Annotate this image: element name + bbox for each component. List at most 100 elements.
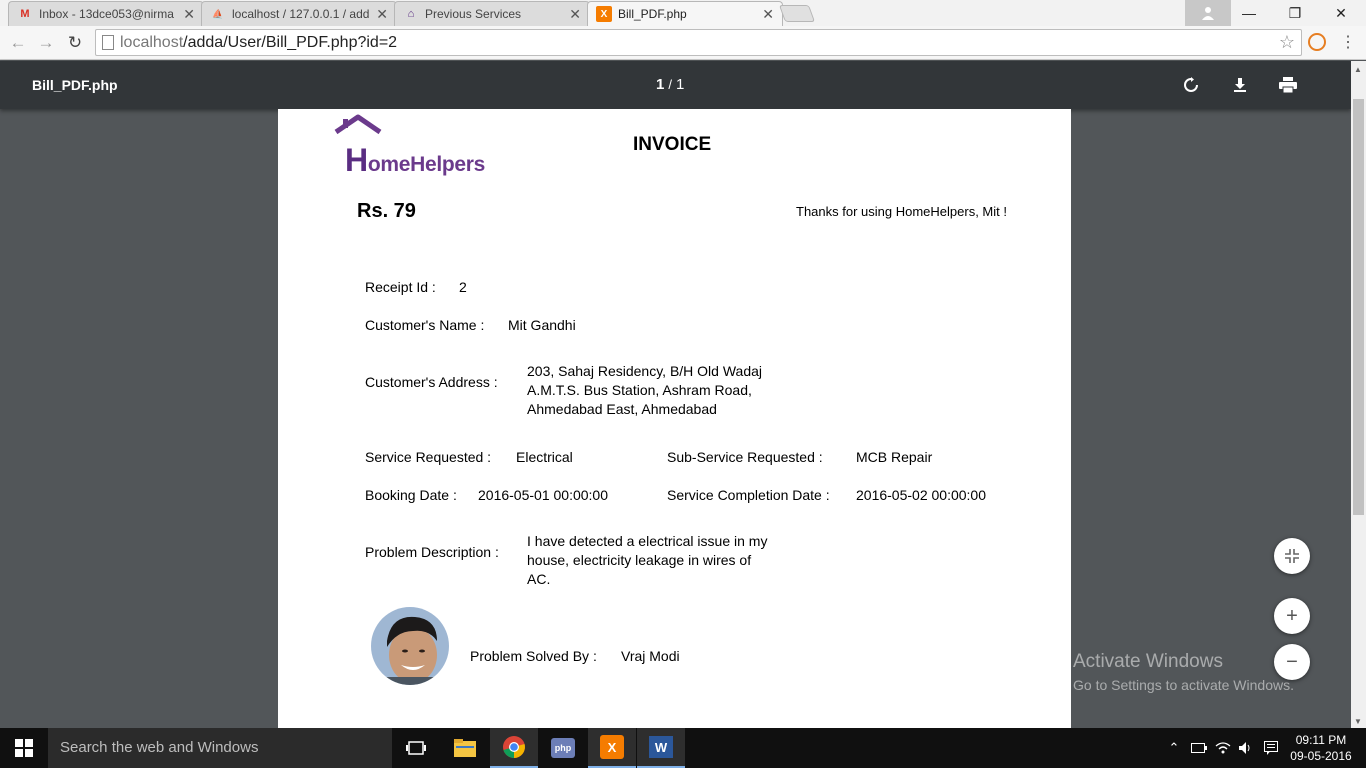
vertical-scrollbar[interactable]: ▲ ▼ [1351, 61, 1366, 728]
file-explorer-button[interactable] [441, 728, 489, 768]
php-icon: php [551, 738, 575, 758]
battery-icon[interactable] [1188, 728, 1210, 768]
windows-logo-icon [15, 739, 33, 757]
completion-date-value: 2016-05-02 00:00:00 [856, 487, 986, 503]
system-clock[interactable]: 09:11 PM 09-05-2016 [1290, 732, 1352, 764]
invoice-amount: Rs. 79 [357, 200, 416, 222]
reload-button[interactable]: ↻ [63, 31, 87, 55]
sub-service-value: MCB Repair [856, 449, 933, 465]
address-line: A.M.T.S. Bus Station, Ashram Road, [527, 382, 752, 398]
scroll-down-icon[interactable]: ▼ [1354, 717, 1362, 726]
extension-icon[interactable] [1308, 33, 1326, 51]
customer-name-value: Mit Gandhi [508, 317, 576, 333]
completion-date-label: Service Completion Date : [667, 487, 830, 503]
tab-title: Previous Services [425, 7, 522, 21]
task-view-icon [406, 741, 426, 755]
close-window-button[interactable]: ✕ [1318, 0, 1364, 26]
minimize-button[interactable]: — [1226, 0, 1272, 26]
download-icon [1234, 78, 1246, 92]
customer-name-label: Customer's Name : [365, 317, 485, 333]
taskbar-search-box[interactable]: Search the web and Windows [48, 728, 392, 768]
volume-icon[interactable] [1236, 728, 1256, 768]
zoom-in-button[interactable]: + [1274, 598, 1310, 634]
tab-title: Bill_PDF.php [618, 7, 687, 21]
close-icon[interactable]: ✕ [569, 6, 581, 23]
rotate-icon [1184, 77, 1198, 92]
tab-previous-services[interactable]: ⌂ Previous Services ✕ [394, 1, 590, 26]
rotate-button[interactable] [1180, 74, 1202, 96]
bookmark-star-icon[interactable]: ☆ [1279, 30, 1295, 55]
menu-icon[interactable]: ⋮ [1340, 32, 1356, 52]
fit-icon [1285, 549, 1299, 563]
download-button[interactable] [1229, 74, 1251, 96]
user-profile-button[interactable] [1185, 0, 1231, 26]
close-icon[interactable]: ✕ [762, 6, 774, 23]
php-editor-button[interactable]: php [539, 728, 587, 768]
technician-avatar [371, 607, 449, 685]
tab-phpmyadmin[interactable]: ⛵ localhost / 127.0.0.1 / add ✕ [201, 1, 397, 26]
new-tab-button[interactable] [778, 5, 816, 22]
current-page-input[interactable]: 1 [656, 76, 664, 93]
user-icon [1202, 7, 1214, 20]
solved-by-label: Problem Solved By : [470, 648, 597, 664]
solved-by-value: Vraj Modi [621, 648, 680, 664]
print-button[interactable] [1277, 74, 1299, 96]
page-icon [102, 35, 114, 50]
close-icon[interactable]: ✕ [376, 6, 388, 23]
print-icon [1279, 77, 1297, 93]
watermark-title: Activate Windows [1073, 651, 1223, 672]
plus-icon: + [1286, 604, 1298, 627]
phpmyadmin-icon: ⛵ [212, 8, 224, 19]
customer-address-label: Customer's Address : [365, 374, 498, 390]
taskbar: Search the web and Windows php X W ⌃ 09:… [0, 728, 1366, 768]
word-taskbar-button[interactable]: W [637, 728, 685, 768]
word-icon: W [649, 736, 673, 758]
clock-date: 09-05-2016 [1290, 749, 1352, 763]
pdf-toolbar: Bill_PDF.php 1/1 [0, 61, 1351, 109]
gmail-icon: M [20, 8, 30, 20]
customer-address-value: 203, Sahaj Residency, B/H Old Wadaj A.M.… [527, 362, 762, 419]
activate-windows-watermark: Activate Windows Go to Settings to activ… [1073, 651, 1294, 693]
address-bar[interactable]: localhost/adda/User/Bill_PDF.php?id=2 ☆ [95, 29, 1302, 56]
address-toolbar: ← → ↻ localhost/adda/User/Bill_PDF.php?i… [0, 26, 1366, 60]
problem-description-label: Problem Description : [365, 544, 499, 560]
url-host: localhost [120, 34, 184, 51]
restore-button[interactable]: ❐ [1272, 0, 1318, 26]
clock-time: 09:11 PM [1295, 733, 1347, 747]
total-pages: 1 [675, 76, 685, 93]
url-path: /adda/User/Bill_PDF.php?id=2 [183, 34, 398, 51]
close-icon[interactable]: ✕ [183, 6, 195, 23]
logo-wordmark: HomeHelpers [345, 142, 486, 178]
problem-line: house, electricity leakage in wires of [527, 552, 752, 568]
chevron-up-icon: ⌃ [1168, 740, 1180, 755]
chrome-taskbar-button[interactable] [490, 728, 538, 768]
tab-title: localhost / 127.0.0.1 / add [232, 7, 370, 21]
service-requested-label: Service Requested : [365, 449, 492, 465]
page-separator: / [668, 77, 672, 92]
booking-date-label: Booking Date : [365, 487, 457, 503]
xampp-taskbar-button[interactable]: X [588, 728, 636, 768]
receipt-id-value: 2 [459, 279, 467, 295]
start-button[interactable] [0, 728, 48, 768]
xampp-icon: X [600, 735, 624, 759]
homehelpers-logo: HomeHelpers [334, 114, 494, 178]
homehelpers-icon: ⌂ [407, 8, 415, 20]
back-button[interactable]: ← [6, 31, 30, 55]
folder-icon [454, 739, 476, 757]
action-center-icon[interactable] [1260, 728, 1282, 768]
receipt-id-label: Receipt Id : [365, 279, 436, 295]
tab-strip: M Inbox - 13dce053@nirma ✕ ⛵ localhost /… [0, 0, 1366, 26]
task-view-button[interactable] [392, 728, 440, 768]
wifi-icon[interactable] [1212, 728, 1234, 768]
forward-button[interactable]: → [34, 31, 58, 55]
tab-bill-pdf[interactable]: X Bill_PDF.php ✕ [587, 1, 783, 26]
service-requested-value: Electrical [516, 449, 573, 465]
scroll-up-icon[interactable]: ▲ [1354, 65, 1362, 74]
pdf-page: HomeHelpers INVOICE Rs. 79 Thanks for us… [278, 109, 1071, 728]
show-hidden-icons-button[interactable]: ⌃ [1164, 728, 1184, 768]
booking-date-value: 2016-05-01 00:00:00 [478, 487, 608, 503]
fit-to-page-button[interactable] [1274, 538, 1310, 574]
scrollbar-thumb[interactable] [1353, 99, 1364, 515]
tab-gmail[interactable]: M Inbox - 13dce053@nirma ✕ [8, 1, 204, 26]
problem-line: AC. [527, 571, 551, 587]
